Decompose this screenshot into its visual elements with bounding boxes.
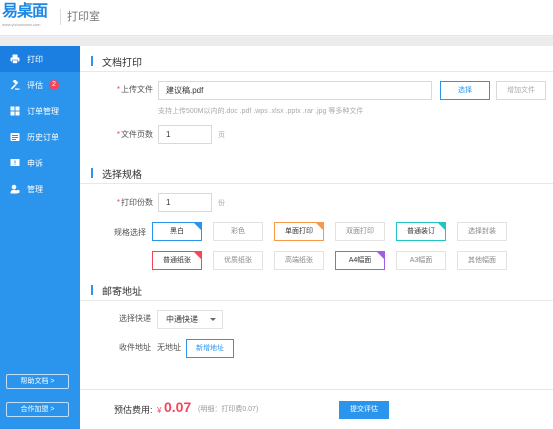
partner-join-button[interactable]: 合作加盟 > <box>6 402 69 417</box>
spec-option-label: 其他幅面 <box>468 257 496 264</box>
spec-option[interactable]: 黑白 <box>152 222 202 241</box>
spec-option[interactable]: 其他幅面 <box>457 251 507 270</box>
spec-option[interactable]: 选择封装 <box>457 222 507 241</box>
spec-option[interactable]: A4幅面 <box>335 251 385 270</box>
add-file-button[interactable]: 增加文件 <box>496 81 546 100</box>
section-title: 文档打印 <box>102 57 142 69</box>
spec-option-label: 优质纸张 <box>224 257 252 264</box>
spec-option-label: 黑白 <box>170 228 184 235</box>
section-divider <box>80 300 553 301</box>
main-panel: 文档打印 *上传文件 建议稿.pdf 选择 增加文件 支持上传500M以内的.d… <box>80 46 553 389</box>
section-title: 邮寄地址 <box>102 286 142 298</box>
header-divider <box>60 9 61 25</box>
spec-option[interactable]: 普通装订 <box>396 222 446 241</box>
header-strip <box>0 37 553 46</box>
express-select[interactable]: 中通快递 <box>157 310 223 329</box>
section-doc-print: 文档打印 <box>91 55 142 69</box>
sidebar-item-evaluate[interactable]: 评估 2 <box>0 72 80 98</box>
selected-corner-icon <box>316 223 323 230</box>
selected-corner-icon <box>438 223 445 230</box>
spec-option-label: 双面打印 <box>346 228 374 235</box>
section-mail: 邮寄地址 <box>91 284 142 298</box>
sidebar-item-label: 评估 <box>27 80 43 90</box>
express-label: 选择快递 <box>119 314 151 323</box>
select-file-button[interactable]: 选择 <box>440 81 490 100</box>
selected-corner-icon <box>194 223 201 230</box>
pages-label: *文件页数 <box>116 130 153 139</box>
address-value: 无地址 <box>157 343 181 352</box>
top-header: 易桌面 www.yizhuomian.com 打印室 <box>0 0 553 36</box>
sidebar-item-label: 历史订单 <box>27 132 59 142</box>
section-title: 选择规格 <box>102 169 142 181</box>
footer-bar: 预估费用: ¥ 0.07 (明细：打印费0.07) 提交评估 <box>80 389 553 429</box>
sidebar-item-history[interactable]: 历史订单 <box>0 124 80 150</box>
spec-option-label: 普通装订 <box>407 228 435 235</box>
help-docs-button[interactable]: 帮助文档 > <box>6 374 69 389</box>
express-selected-value: 中通快递 <box>166 315 198 324</box>
fee-amount: 0.07 <box>164 399 192 415</box>
spec-option[interactable]: 单面打印 <box>274 222 324 241</box>
spec-option-label: A4幅面 <box>348 257 372 264</box>
sidebar-item-label: 管理 <box>27 184 43 194</box>
sidebar-item-print[interactable]: 打印 <box>0 46 80 72</box>
fee-detail: (明细：打印费0.07) <box>198 406 259 413</box>
logo[interactable]: 易桌面 www.yizhuomian.com <box>2 3 54 31</box>
gavel-icon <box>10 80 20 90</box>
spec-option-label: 高端纸张 <box>285 257 313 264</box>
user-gear-icon <box>10 184 20 194</box>
sidebar-item-appeal[interactable]: 申诉 <box>0 150 80 176</box>
sidebar-item-label: 打印 <box>27 54 43 64</box>
spec-option[interactable]: A3幅面 <box>396 251 446 270</box>
sidebar: 打印 评估 2 订单管理 历史订单 申诉 管理 帮助文档 > 合作加盟 > <box>0 46 80 429</box>
spec-option-label: 单面打印 <box>285 228 313 235</box>
spec-option-label: A3幅面 <box>409 257 433 264</box>
copies-unit: 份 <box>218 200 225 207</box>
section-marker <box>91 168 93 178</box>
spec-options-label: 规格选择 <box>114 228 146 237</box>
section-divider <box>80 183 553 184</box>
logo-text: 易桌面 <box>2 3 48 20</box>
section-marker <box>91 285 93 295</box>
section-divider <box>80 71 553 72</box>
sidebar-item-orders[interactable]: 订单管理 <box>0 98 80 124</box>
sidebar-item-label: 申诉 <box>27 158 43 168</box>
address-label: 收件地址 <box>119 343 151 352</box>
selected-corner-icon <box>194 252 201 259</box>
submit-evaluation-button[interactable]: 提交评估 <box>339 401 389 419</box>
fee-label: 预估费用: <box>114 405 153 415</box>
page-title: 打印室 <box>67 11 100 23</box>
file-name-input[interactable]: 建议稿.pdf <box>158 81 432 100</box>
copies-label: *打印份数 <box>116 198 153 207</box>
history-icon <box>10 132 20 142</box>
spec-option-label: 普通纸张 <box>163 257 191 264</box>
sidebar-item-label: 订单管理 <box>27 106 59 116</box>
spec-option-label: 选择封装 <box>468 228 496 235</box>
upload-label: *上传文件 <box>116 85 153 94</box>
chevron-down-icon <box>210 318 216 321</box>
notification-badge: 2 <box>49 80 59 90</box>
selected-corner-icon <box>377 252 384 259</box>
logo-subtext: www.yizhuomian.com <box>2 22 41 27</box>
spec-option[interactable]: 双面打印 <box>335 222 385 241</box>
copies-input[interactable]: 1 <box>158 193 212 212</box>
sidebar-item-manage[interactable]: 管理 <box>0 176 80 202</box>
pages-unit: 页 <box>218 132 225 139</box>
currency-symbol: ¥ <box>157 406 162 415</box>
spec-option[interactable]: 优质纸张 <box>213 251 263 270</box>
grid-icon <box>10 106 20 116</box>
spec-option[interactable]: 普通纸张 <box>152 251 202 270</box>
flag-icon <box>10 158 20 168</box>
spec-option-label: 彩色 <box>231 228 245 235</box>
page-count-input[interactable]: 1 <box>158 125 212 144</box>
section-marker <box>91 56 93 66</box>
spec-option[interactable]: 高端纸张 <box>274 251 324 270</box>
new-address-button[interactable]: 新增地址 <box>186 339 234 358</box>
printer-icon <box>10 54 20 64</box>
section-spec: 选择规格 <box>91 167 142 181</box>
upload-hint: 支持上传500M以内的.doc .pdf .wps .xlsx .pptx .r… <box>158 108 364 115</box>
spec-option[interactable]: 彩色 <box>213 222 263 241</box>
